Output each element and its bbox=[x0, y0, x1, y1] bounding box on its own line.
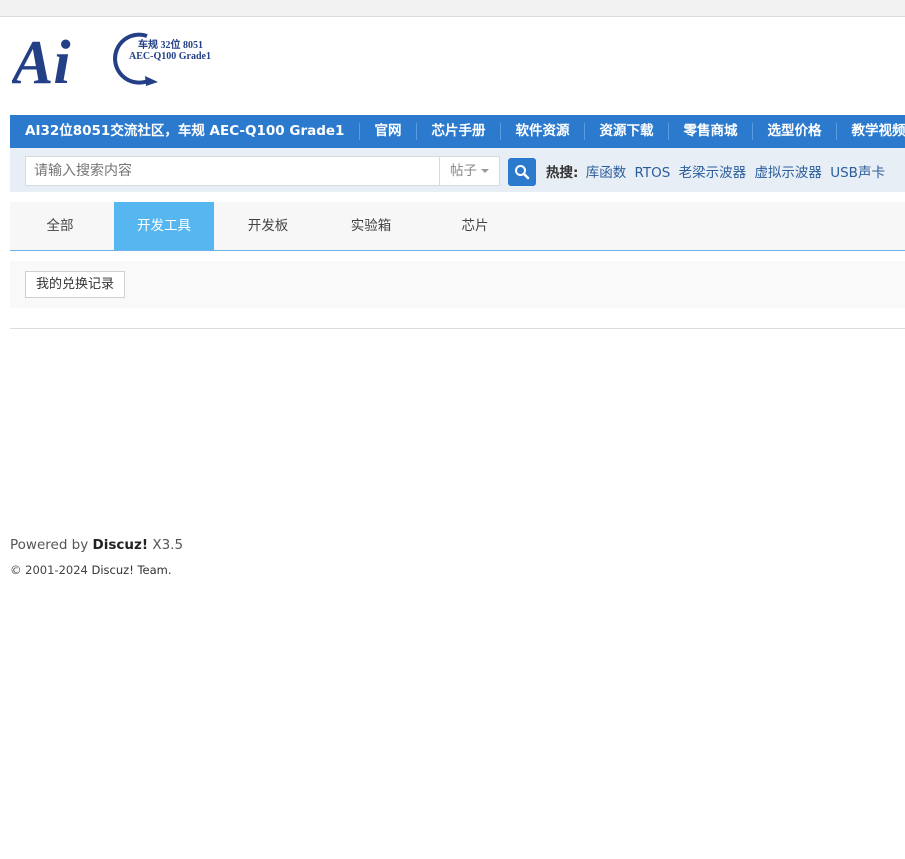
tab-dev-tools[interactable]: 开发工具 bbox=[114, 202, 214, 250]
hot-link-usb-soundcard[interactable]: USB声卡 bbox=[830, 165, 885, 181]
footer-powered-prefix: Powered by bbox=[10, 537, 93, 553]
search-type-select[interactable]: 帖子 bbox=[439, 156, 500, 186]
tab-chip[interactable]: 芯片 bbox=[425, 202, 525, 250]
main-nav: AI32位8051交流社区，车规 AEC-Q100 Grade1 官网 芯片手册 软件… bbox=[10, 115, 905, 148]
chevron-down-icon bbox=[481, 169, 489, 173]
footer-copyright-prefix: © 2001-2024 bbox=[10, 563, 92, 577]
hot-link-library[interactable]: 库函数 bbox=[586, 165, 627, 181]
nav-item-videos[interactable]: 教学视频 bbox=[836, 115, 905, 148]
footer-copyright: © 2001-2024 Discuz! Team. bbox=[10, 563, 172, 577]
nav-item-pricing[interactable]: 选型价格 bbox=[752, 115, 836, 148]
hot-search: 热搜: 库函数 RTOS 老梁示波器 虚拟示波器 USB声卡 bbox=[546, 161, 889, 181]
category-tabs: 全部 开发工具 开发板 实验箱 芯片 bbox=[10, 202, 905, 251]
search-icon bbox=[515, 165, 530, 180]
search-type-label: 帖子 bbox=[450, 163, 477, 179]
content-divider bbox=[10, 328, 905, 329]
hot-link-oscilloscope[interactable]: 老梁示波器 bbox=[679, 165, 747, 181]
tab-all[interactable]: 全部 bbox=[10, 202, 110, 250]
logo-line2: AEC-Q100 Grade1 bbox=[129, 51, 211, 62]
logo-arrow bbox=[145, 76, 158, 86]
logo-graphic: Ai 车规 32位 8051 AEC-Q100 Grade1 bbox=[12, 29, 211, 90]
search-input[interactable] bbox=[25, 156, 439, 186]
nav-item-downloads[interactable]: 资源下载 bbox=[584, 115, 668, 148]
top-bar bbox=[0, 0, 905, 17]
search-button[interactable] bbox=[508, 158, 536, 186]
logo-line1: 车规 32位 8051 bbox=[138, 38, 203, 51]
exchange-record-button[interactable]: 我的兑换记录 bbox=[25, 271, 126, 298]
hot-link-virtual-oscilloscope[interactable]: 虚拟示波器 bbox=[754, 165, 822, 181]
nav-item-shop[interactable]: 零售商城 bbox=[668, 115, 752, 148]
footer-powered: Powered by Discuz! X3.5 bbox=[10, 537, 183, 553]
tab-dev-board[interactable]: 开发板 bbox=[218, 202, 318, 250]
exchange-panel: 我的兑换记录 bbox=[10, 261, 905, 308]
nav-item-software[interactable]: 软件资源 bbox=[500, 115, 584, 148]
footer-version: X3.5 bbox=[148, 537, 184, 553]
nav-item-chip-manual[interactable]: 芯片手册 bbox=[416, 115, 500, 148]
nav-item-official-site[interactable]: 官网 bbox=[359, 115, 416, 148]
hot-search-label: 热搜: bbox=[546, 165, 579, 181]
footer-brand-link[interactable]: Discuz! bbox=[93, 537, 149, 553]
footer-team-link[interactable]: Discuz! Team. bbox=[92, 563, 172, 577]
tab-lab-box[interactable]: 实验箱 bbox=[321, 202, 421, 250]
nav-item-home-title[interactable]: AI32位8051交流社区，车规 AEC-Q100 Grade1 bbox=[10, 115, 359, 148]
search-bar: 帖子 热搜: 库函数 RTOS 老梁示波器 虚拟示波器 USB声卡 bbox=[10, 148, 905, 192]
hot-link-rtos[interactable]: RTOS bbox=[635, 165, 671, 181]
logo-letters: Ai bbox=[12, 29, 71, 90]
site-logo[interactable]: Ai 车规 32位 8051 AEC-Q100 Grade1 bbox=[12, 28, 222, 90]
